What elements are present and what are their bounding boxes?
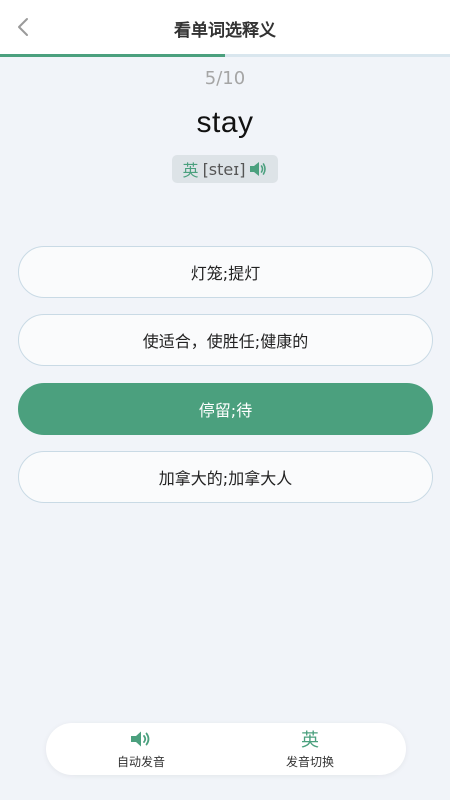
option-label: 停留;待: [198, 401, 253, 420]
option-3-selected[interactable]: 停留;待: [18, 383, 433, 435]
speaker-icon: [250, 162, 267, 176]
pronounce-switch-label: 发音切换: [285, 755, 334, 769]
option-4[interactable]: 加拿大的;加拿大人: [18, 451, 433, 503]
page-title: 看单词选释义: [174, 21, 276, 41]
option-1[interactable]: 灯笼;提灯: [18, 246, 433, 298]
speaker-icon: [131, 731, 150, 747]
accent-icon: 英: [301, 730, 319, 751]
bottom-bar: 自动发音 英 发音切换: [46, 723, 406, 775]
auto-pronounce-label: 自动发音: [116, 755, 165, 769]
header: 看单词选释义: [0, 0, 450, 55]
phonetic-text: [steɪ]: [202, 159, 246, 179]
progress-counter: 5/10: [204, 68, 246, 89]
progress-bar: [0, 54, 450, 57]
pronounce-switch-button[interactable]: 英 发音切换: [250, 728, 370, 772]
option-2[interactable]: 使适合，使胜任;健康的: [18, 314, 433, 366]
vocab-word: stay: [196, 106, 254, 139]
option-label: 使适合，使胜任;健康的: [142, 332, 309, 351]
screen: 看单词选释义 5/10 stay 英 [steɪ] 灯笼;提灯 使适合，使胜任;…: [0, 0, 450, 800]
option-label: 加拿大的;加拿大人: [158, 469, 293, 488]
phonetic-lang: 英: [182, 161, 199, 180]
auto-pronounce-button[interactable]: 自动发音: [81, 728, 201, 772]
phonetic-chip[interactable]: 英 [steɪ]: [172, 155, 278, 183]
progress-fill: [0, 54, 225, 57]
option-label: 灯笼;提灯: [190, 264, 261, 283]
